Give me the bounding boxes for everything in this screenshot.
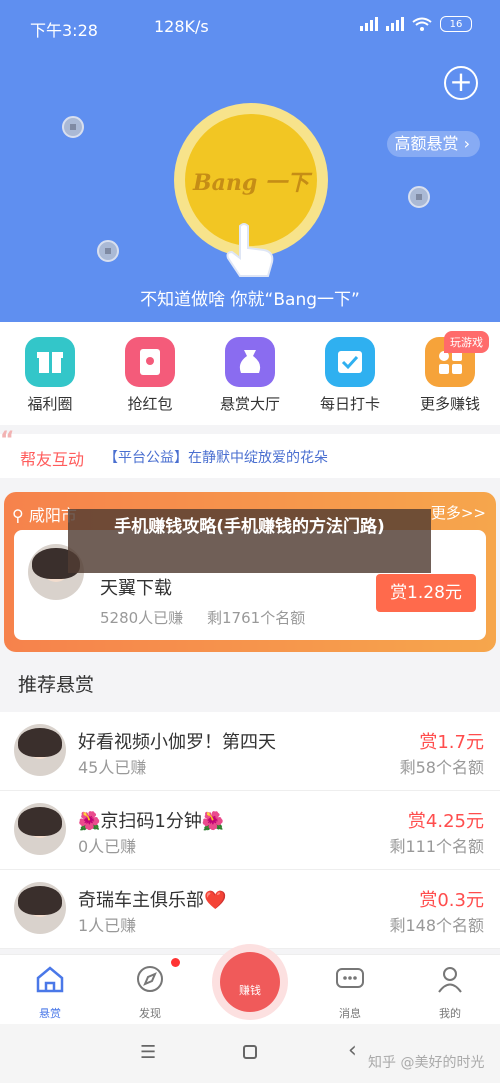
quick-action-label: 每日打卡 <box>319 395 380 413</box>
remaining-slots: 剩148个名额 <box>389 916 484 935</box>
reward-amount: 赏1.7元 <box>419 732 484 753</box>
avatar <box>14 803 66 855</box>
quick-action-welfare[interactable]: 福利圈 <box>0 322 100 425</box>
pointing-hand-icon <box>226 223 274 277</box>
avatar <box>14 724 66 776</box>
tab-label: 赚钱 <box>239 984 261 997</box>
list-item[interactable]: 好看视频小伽罗！第四天 45人已赚 赏1.7元 剩58个名额 <box>0 712 500 791</box>
menu-icon[interactable]: ☰ <box>140 1042 156 1063</box>
watermark: 知乎 @美好的时光 <box>368 1055 485 1071</box>
coin-decoration-icon <box>62 116 84 138</box>
coin-decoration-icon <box>97 240 119 262</box>
notice-title: 帮友互动 <box>20 450 85 469</box>
discover-icon <box>137 966 163 992</box>
task-title: 🌺京扫码1分钟🌺 <box>78 811 225 832</box>
task-title: 奇瑞车主俱乐部❤️ <box>78 890 227 911</box>
reward-amount: 赏0.3元 <box>419 890 484 911</box>
location-pin-icon: ⚲ <box>12 506 24 525</box>
list-item[interactable]: 🌺京扫码1分钟🌺 0人已赚 赏4.25元 剩111个名额 <box>0 791 500 870</box>
signal-icon <box>386 17 404 31</box>
coin-decoration-icon <box>408 186 430 208</box>
tab-label: 消息 <box>339 1007 361 1020</box>
battery-icon: 16 <box>440 16 472 32</box>
more-link[interactable]: 更多>> <box>431 502 486 523</box>
high-reward-label: 高额悬赏 <box>394 134 459 153</box>
quick-action-bounty-hall[interactable]: 悬赏大厅 <box>200 322 300 425</box>
tab-discover[interactable]: 发现 <box>100 955 200 1025</box>
tab-label: 发现 <box>139 1007 161 1020</box>
status-indicators: 16 <box>360 16 472 32</box>
status-time: 下午3:28 <box>30 21 98 40</box>
hero-banner: 下午3:28 128K/s 16 + 高额悬赏 › Bang 一下 不知道做啥 … <box>0 0 500 322</box>
home-square-icon[interactable] <box>243 1045 257 1059</box>
notice-bar[interactable]: 帮友互动 【平台公益】在静默中绽放爱的花朵 <box>0 434 500 478</box>
high-reward-link[interactable]: 高额悬赏 › <box>386 131 480 157</box>
avatar <box>14 882 66 934</box>
tab-bounty[interactable]: 悬赏 <box>0 955 100 1025</box>
earned-count: 45人已赚 <box>78 758 147 777</box>
quick-action-label: 更多赚钱 <box>419 395 480 413</box>
quick-action-label: 悬赏大厅 <box>219 395 280 413</box>
task-title: 天翼下载 <box>100 578 172 599</box>
tab-label: 我的 <box>439 1007 461 1020</box>
chat-icon <box>336 968 364 988</box>
system-nav-bar: ☰ ‹ 知乎 @美好的时光 <box>0 1024 500 1083</box>
wifi-icon <box>412 17 432 31</box>
quick-action-red-packet[interactable]: 抢红包 <box>100 322 200 425</box>
red-packet-icon <box>125 337 175 387</box>
play-game-badge[interactable]: 玩游戏 <box>444 331 489 353</box>
remaining-slots: 剩58个名额 <box>399 758 484 777</box>
add-button[interactable]: + <box>444 66 478 100</box>
notice-text[interactable]: 【平台公益】在静默中绽放爱的花朵 <box>104 447 328 467</box>
task-reward-button[interactable]: 赏1.28元 <box>376 574 476 612</box>
status-speed: 128K/s <box>154 17 209 36</box>
back-icon[interactable]: ‹ <box>348 1038 357 1063</box>
quote-icon: “ <box>0 428 15 453</box>
earn-money-button[interactable]: 赚钱 <box>212 944 288 1020</box>
notification-dot <box>171 958 180 967</box>
tab-messages[interactable]: 消息 <box>300 955 400 1025</box>
red-envelope-icon: 赚钱 <box>220 952 280 1012</box>
remaining-slots: 剩111个名额 <box>389 837 484 856</box>
user-icon <box>438 967 462 993</box>
earned-count: 1人已赚 <box>78 916 137 935</box>
quick-action-checkin[interactable]: 每日打卡 <box>300 322 400 425</box>
task-stats: 5280人已赚 剩1761个名额 <box>100 609 306 627</box>
section-title: 推荐悬赏 <box>18 674 95 696</box>
gift-icon <box>25 337 75 387</box>
article-title-overlay: 手机赚钱攻略(手机赚钱的方法门路) <box>68 509 431 573</box>
tab-label: 悬赏 <box>39 1007 61 1020</box>
quick-actions: 福利圈 抢红包 悬赏大厅 每日打卡 更多赚钱 <box>0 322 500 425</box>
task-title: 好看视频小伽罗！第四天 <box>78 732 276 753</box>
quick-action-label: 福利圈 <box>27 395 73 413</box>
home-icon <box>36 966 64 993</box>
calendar-check-icon <box>325 337 375 387</box>
money-bag-icon <box>225 337 275 387</box>
hero-tagline: 不知道做啥 你就“Bang一下” <box>140 290 360 310</box>
list-item[interactable]: 奇瑞车主俱乐部❤️ 1人已赚 赏0.3元 剩148个名额 <box>0 870 500 949</box>
earned-count: 0人已赚 <box>78 837 137 856</box>
status-bar: 下午3:28 128K/s 16 <box>0 0 500 52</box>
signal-icon <box>360 17 378 31</box>
quick-action-label: 抢红包 <box>127 395 173 413</box>
reward-amount: 赏4.25元 <box>407 811 484 832</box>
tab-profile[interactable]: 我的 <box>400 955 500 1025</box>
recommended-list: 好看视频小伽罗！第四天 45人已赚 赏1.7元 剩58个名额 🌺京扫码1分钟🌺 … <box>0 712 500 949</box>
bang-label: Bang 一下 <box>193 170 309 196</box>
